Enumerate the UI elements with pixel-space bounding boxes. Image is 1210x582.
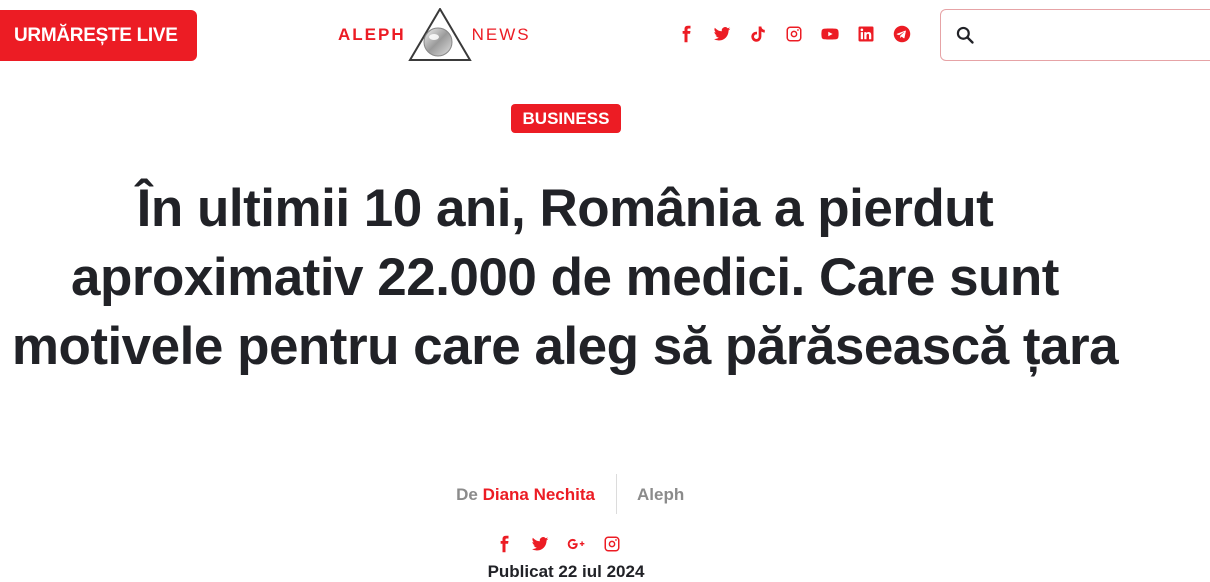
- facebook-icon[interactable]: [486, 533, 522, 555]
- twitter-icon[interactable]: [522, 533, 558, 555]
- site-header: URMĂREȘTE LIVE ALEPH NEWS: [0, 0, 1210, 72]
- author-link[interactable]: Diana Nechita: [483, 485, 595, 504]
- telegram-icon[interactable]: [884, 22, 920, 46]
- category-badge[interactable]: BUSINESS: [511, 104, 621, 133]
- logo-text-left: ALEPH: [338, 25, 406, 44]
- author-prefix: De: [456, 485, 478, 504]
- article-title: În ultimii 10 ani, România a pierdut apr…: [11, 179, 1119, 376]
- site-logo[interactable]: ALEPH NEWS: [338, 8, 538, 62]
- article-byline: De Diana Nechita Aleph: [0, 474, 1210, 514]
- search-icon[interactable]: [955, 25, 975, 45]
- search-input[interactable]: [983, 26, 1210, 44]
- google-plus-icon[interactable]: [558, 533, 594, 555]
- logo-mark-icon: [407, 8, 472, 61]
- facebook-icon[interactable]: [668, 22, 704, 46]
- instagram-icon[interactable]: [776, 22, 812, 46]
- instagram-icon[interactable]: [594, 533, 630, 555]
- tiktok-icon[interactable]: [740, 22, 776, 46]
- twitter-icon[interactable]: [704, 22, 740, 46]
- source-label: Aleph: [637, 485, 685, 504]
- byline-divider: [616, 474, 617, 514]
- youtube-icon[interactable]: [812, 22, 848, 46]
- social-links: [668, 22, 920, 46]
- share-links: [486, 533, 630, 555]
- linkedin-icon[interactable]: [848, 22, 884, 46]
- logo-text-right: NEWS: [471, 25, 531, 44]
- publish-date: Publicat 22 iul 2024: [487, 562, 645, 581]
- author-line: De Diana Nechita: [456, 485, 595, 505]
- search-box[interactable]: [940, 9, 1210, 61]
- watch-live-button[interactable]: URMĂREȘTE LIVE: [0, 10, 197, 61]
